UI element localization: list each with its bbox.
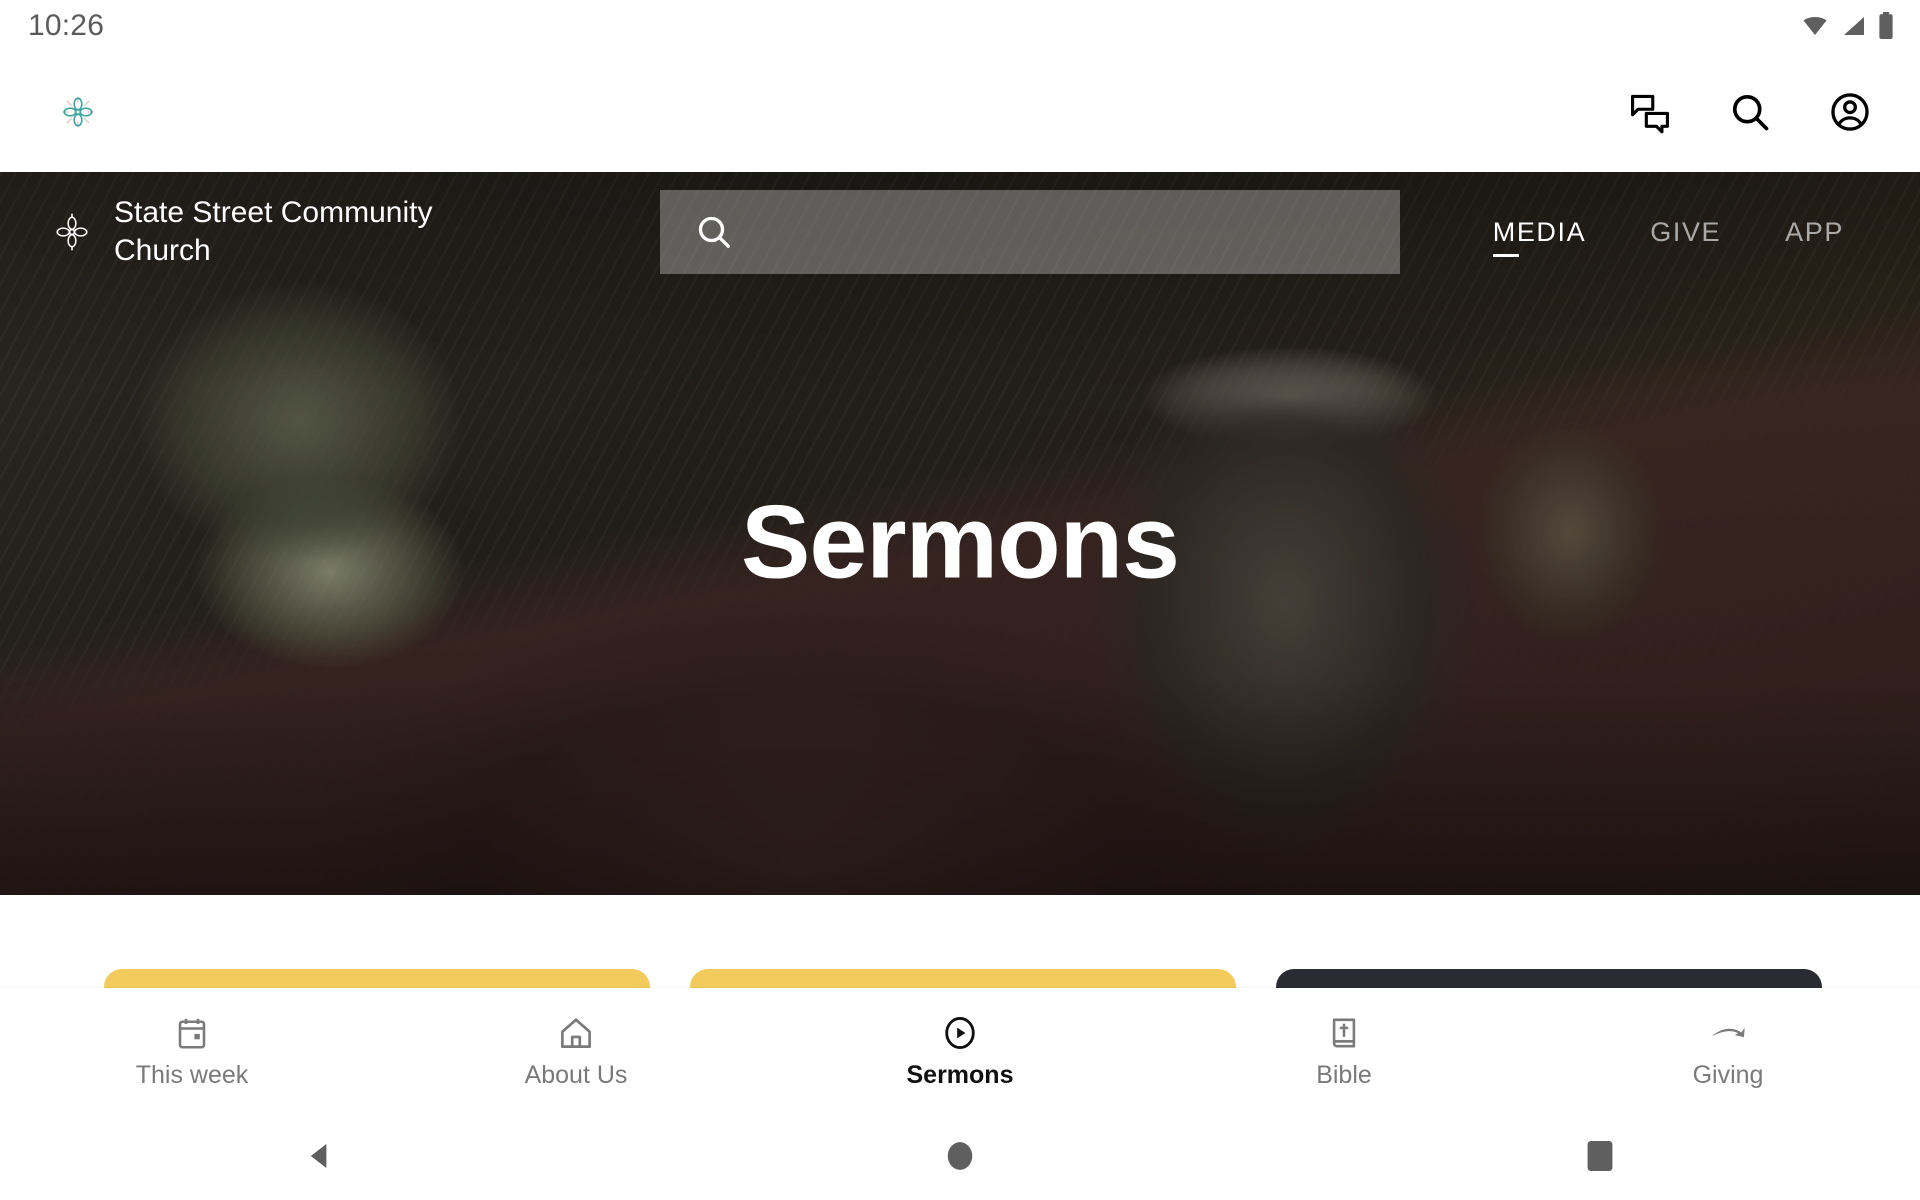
nav-label: About Us xyxy=(524,1060,628,1089)
hero-nav-app[interactable]: APP xyxy=(1753,217,1876,248)
status-clock: 10:26 xyxy=(28,9,105,42)
nav-item-bible[interactable]: Bible xyxy=(1152,1013,1536,1088)
app-top-bar xyxy=(0,52,1920,172)
play-circle-icon xyxy=(941,1013,979,1053)
page-title: Sermons xyxy=(740,483,1180,600)
nav-label: Bible xyxy=(1316,1060,1372,1089)
account-icon[interactable] xyxy=(1828,90,1872,134)
search-icon xyxy=(694,212,734,252)
hero-search-bar[interactable] xyxy=(660,190,1400,274)
search-icon[interactable] xyxy=(1728,90,1772,134)
nav-label: Sermons xyxy=(906,1060,1014,1089)
status-bar-icons xyxy=(1800,12,1894,40)
hero-top-bar: State Street Community Church MEDIA GIVE… xyxy=(0,172,1920,292)
bottom-navigation-bar: This week About Us Sermons Bible Giving xyxy=(0,988,1920,1112)
battery-icon xyxy=(1878,12,1894,40)
hero-brand[interactable]: State Street Community Church xyxy=(50,194,690,270)
app-bar-actions xyxy=(1628,90,1872,134)
nav-label: Giving xyxy=(1692,1060,1764,1089)
search-input[interactable] xyxy=(752,216,1352,248)
back-button[interactable] xyxy=(0,1139,640,1173)
giving-hand-icon xyxy=(1708,1013,1748,1053)
church-quatrefoil-logo-icon xyxy=(50,210,94,254)
church-quatrefoil-logo-icon xyxy=(58,92,98,132)
bible-book-icon xyxy=(1326,1013,1362,1053)
wifi-icon xyxy=(1800,14,1830,38)
status-bar: 10:26 xyxy=(0,0,1920,52)
hero-nav-media[interactable]: MEDIA xyxy=(1461,217,1619,257)
nav-item-this-week[interactable]: This week xyxy=(0,1013,384,1088)
calendar-icon xyxy=(174,1013,210,1053)
messages-icon[interactable] xyxy=(1628,90,1672,134)
nav-label: This week xyxy=(135,1060,249,1089)
nav-item-about-us[interactable]: About Us xyxy=(384,1013,768,1088)
app-bar-brand[interactable] xyxy=(58,92,98,132)
android-system-navigation xyxy=(0,1112,1920,1200)
nav-item-giving[interactable]: Giving xyxy=(1536,1013,1920,1088)
recents-button[interactable] xyxy=(1280,1139,1920,1173)
cellular-signal-icon xyxy=(1841,14,1867,38)
church-name: State Street Community Church xyxy=(114,196,433,267)
home-button[interactable] xyxy=(640,1138,1280,1174)
hero-nav-give[interactable]: GIVE xyxy=(1618,217,1753,248)
nav-item-sermons[interactable]: Sermons xyxy=(768,1013,1152,1088)
home-icon xyxy=(557,1013,595,1053)
hero-banner: State Street Community Church MEDIA GIVE… xyxy=(0,172,1920,895)
hero-navigation: MEDIA GIVE APP xyxy=(1461,217,1876,257)
app-screen: 10:26 State Street Community Church MEDI… xyxy=(0,0,1920,1200)
